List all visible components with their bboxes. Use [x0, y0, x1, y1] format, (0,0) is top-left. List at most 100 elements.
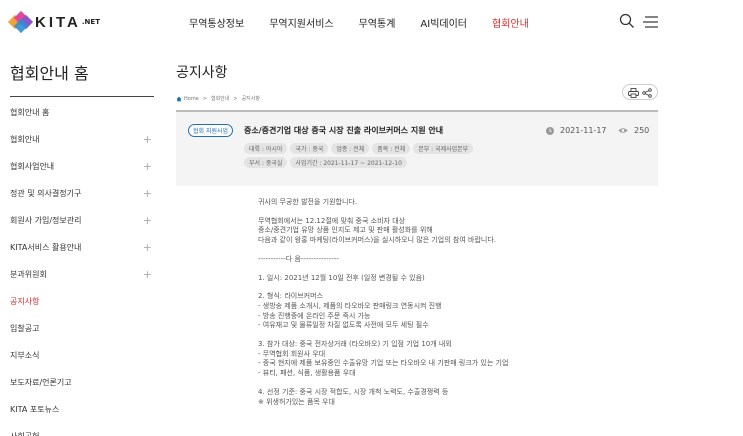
tag-chip: 국가 : 중국	[290, 143, 329, 154]
clock-icon	[546, 126, 554, 135]
sidebar-item-label: 사회공헌	[10, 431, 39, 436]
nav-item[interactable]: 무역통상정보	[189, 15, 244, 30]
share-icon[interactable]	[642, 83, 652, 102]
home-icon	[176, 96, 182, 101]
print-icon[interactable]	[627, 83, 639, 102]
sidebar-item[interactable]: KITA서비스 활용안내 +	[10, 234, 154, 261]
nav-item[interactable]: AI빅데이터	[420, 15, 467, 30]
tag-chip: 부서 : 중국실	[244, 157, 288, 168]
site-header: KITA .NET 무역통상정보 무역지원서비스 무역통계 AI빅데이터 협회안내	[0, 0, 743, 44]
sidebar-item[interactable]: 입찰공고	[10, 315, 154, 342]
breadcrumb-item[interactable]: 협회안내	[211, 95, 229, 102]
sidebar-item[interactable]: KITA 포토뉴스	[10, 396, 154, 423]
sidebar-menu: 협회안내 홈 협회안내 + 협회사업안내 + 정관 및 의사결정기구 + 회원사 가입/정보관…	[10, 99, 154, 436]
kita-logo-mark	[7, 10, 34, 34]
post-title: 중소/중견기업 대상 중국 시장 진출 라이브커머스 지원 안내	[244, 126, 444, 135]
tag-chip: 사업기간 : 2021-11-17 ~ 2021-12-10	[290, 157, 407, 168]
sidebar-item-label: 지부소식	[10, 351, 40, 360]
page-title: 공지사항	[176, 65, 228, 81]
body-line: - 방송 진행중에 온라인 주문 즉시 가능	[258, 311, 371, 320]
body-line: ※ 위생허가있는 품목 우대	[258, 397, 335, 406]
body-line: 다음과 같이 왕홍 마케팅(라이브커머스)을 실시하오니 많은 기업의 참여 바…	[258, 236, 497, 245]
post-views-value: 250	[634, 126, 650, 135]
body-line: 귀사의 무궁한 발전을 기원합니다.	[258, 198, 358, 206]
breadcrumb: Home > 협회안내 > 공지사항	[176, 95, 260, 102]
body-paragraph: 4. 선정 기준: 중국 시장 적합도, 시장 개척 노력도, 수출경쟁력 등 ※…	[258, 388, 658, 407]
tag-row: 부서 : 중국실 사업기간 : 2021-11-17 ~ 2021-12-10	[244, 157, 410, 168]
plus-icon[interactable]: +	[143, 187, 152, 200]
plus-icon[interactable]: +	[143, 160, 152, 173]
sidebar-item-label: 입찰공고	[10, 324, 40, 333]
tag-chip: 품목 : 전체	[372, 143, 411, 154]
body-line: 4. 선정 기준: 중국 시장 적합도, 시장 개척 노력도, 수출경쟁력 등	[258, 387, 449, 396]
global-nav: 무역통상정보 무역지원서비스 무역통계 AI빅데이터 협회안내	[189, 15, 554, 30]
tag-chip: 본부 : 국제사업본부	[413, 143, 474, 154]
page-tools	[622, 84, 658, 100]
logo-text: KITA	[35, 13, 81, 31]
breadcrumb-current: 공지사항	[241, 96, 260, 102]
menu-icon[interactable]	[643, 14, 659, 33]
breadcrumb-separator: >	[233, 95, 238, 102]
sidebar-item-label: 분과위원회	[10, 270, 47, 279]
sidebar-title: 협회안내 홈	[10, 64, 89, 83]
tag-row: 대륙 : 아시아 국가 : 중국 업종 : 전체 품목 : 전체 본부 : 국제사업본부	[244, 143, 476, 154]
body-paragraph: 무역협회에서는 12.12절에 맞춰 중국 소비자 대상 중소/중견기업 유망 상…	[258, 217, 658, 246]
body-line: 2. 형식: 라이브커머스	[258, 292, 324, 301]
tag-chip: 대륙 : 아시아	[244, 143, 288, 154]
sidebar-item-label: 협회안내	[10, 135, 40, 144]
sidebar-item[interactable]: 사회공헌	[10, 423, 154, 436]
plus-icon[interactable]: +	[143, 241, 152, 254]
body-line: 중소/중견기업 유망 상품 인지도 제고 및 판매 활성화를 위해	[258, 226, 433, 235]
plus-icon[interactable]: +	[143, 133, 152, 146]
breadcrumb-home[interactable]: Home	[184, 96, 199, 102]
body-paragraph: 귀사의 무궁한 발전을 기원합니다.	[258, 198, 658, 208]
sidebar-item-label: 보도자료/언론기고	[10, 378, 72, 387]
body-line: - 무역협회 회원사 우대	[258, 349, 326, 358]
body-line: - 뷰티, 패션, 식품, 생활용품 우대	[258, 369, 356, 378]
body-line: - 생방송 제품 소개시, 제품의 타오바오 판매링크 연동시켜 진행	[258, 301, 442, 310]
sidebar-item[interactable]: 협회안내 홈	[10, 99, 154, 126]
sidebar-item[interactable]: 협회안내 +	[10, 126, 154, 153]
post-date-value: 2021-11-17	[560, 126, 607, 135]
sidebar-item[interactable]: 지부소식	[10, 342, 154, 369]
sidebar-item-label: 회원사 가입/정보관리	[10, 216, 82, 225]
body-line: -----------다 음---------------	[258, 254, 339, 263]
body-line: 1. 일시: 2021년 12월 10일 전후 (일정 변경될 수 있음)	[258, 273, 425, 282]
nav-item[interactable]: 협회안내	[492, 15, 529, 30]
plus-icon[interactable]: +	[143, 268, 152, 281]
nav-item[interactable]: 무역통계	[359, 15, 396, 30]
body-line: - 여유재고 및 물류일정 차질 없도록 사전에 모두 세팅 필수	[258, 321, 429, 330]
body-line: 무역협회에서는 12.12절에 맞춰 중국 소비자 대상	[258, 216, 406, 225]
sidebar-item-label: KITA서비스 활용안내	[10, 243, 82, 252]
nav-item[interactable]: 무역지원서비스	[269, 15, 333, 30]
breadcrumb-separator: >	[202, 95, 207, 102]
sidebar-item-label: 공지사항	[10, 297, 40, 306]
tag-chip: 업종 : 전체	[331, 143, 370, 154]
logo-suffix: .NET	[81, 18, 100, 26]
sidebar-item[interactable]: 보도자료/언론기고	[10, 369, 154, 396]
category-badge: 협회 지원사업	[188, 124, 234, 137]
sidebar-item-label: 협회사업안내	[10, 162, 55, 171]
sidebar-item[interactable]: 분과위원회 +	[10, 261, 154, 288]
sidebar-item[interactable]: 공지사항	[10, 288, 154, 315]
body-paragraph: -----------다 음---------------	[258, 255, 658, 265]
body-line: - 중국 현지에 제품 보유중인 수출유망 기업 또는 타오바오 내 기판매 링…	[258, 359, 509, 368]
sidebar-item[interactable]: 정관 및 의사결정기구 +	[10, 180, 154, 207]
eye-icon	[618, 128, 628, 133]
sidebar-item[interactable]: 협회사업안내 +	[10, 153, 154, 180]
sidebar-item-label: KITA 포토뉴스	[10, 405, 60, 414]
body-line: 3. 참가 대상: 중국 전자상거래 (타오바오) 기 입점 기업 10개 내외	[258, 340, 452, 349]
body-paragraph: 3. 참가 대상: 중국 전자상거래 (타오바오) 기 입점 기업 10개 내외…	[258, 340, 658, 379]
plus-icon[interactable]: +	[143, 214, 152, 227]
post-body: 귀사의 무궁한 발전을 기원합니다. 무역협회에서는 12.12절에 맞춰 중국 …	[258, 198, 658, 416]
sidebar-item-label: 협회안내 홈	[10, 108, 50, 117]
post-date: 2021-11-17	[546, 126, 607, 135]
post-views: 250	[618, 126, 649, 135]
search-icon[interactable]	[619, 13, 635, 33]
sidebar-divider	[10, 96, 154, 97]
kita-logo[interactable]: KITA .NET	[7, 10, 100, 34]
sidebar-item-label: 정관 및 의사결정기구	[10, 189, 82, 198]
body-paragraph: 2. 형식: 라이브커머스 - 생방송 제품 소개시, 제품의 타오바오 판매링크…	[258, 292, 658, 331]
sidebar-item[interactable]: 회원사 가입/정보관리 +	[10, 207, 154, 234]
body-paragraph: 1. 일시: 2021년 12월 10일 전후 (일정 변경될 수 있음)	[258, 274, 658, 284]
